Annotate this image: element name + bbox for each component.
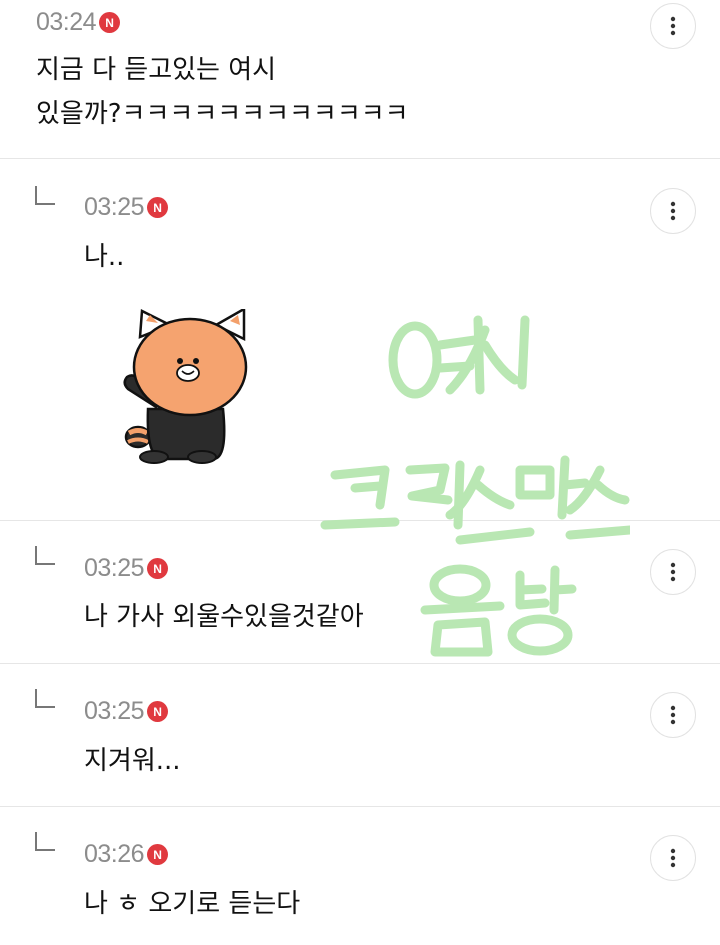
comment-text-line: 나 ㅎ 오기로 듣는다 bbox=[84, 889, 301, 919]
comment-time: 03:25 bbox=[84, 697, 145, 725]
reply-arrow-icon bbox=[35, 832, 55, 851]
new-badge-icon: N bbox=[99, 12, 121, 33]
comment-time: 03:24 bbox=[36, 8, 97, 36]
more-vertical-icon bbox=[670, 562, 676, 582]
reply-item: 03:26 N 나 ㅎ 오기로 듣는다 bbox=[0, 807, 720, 945]
comment-meta: 03:25 N bbox=[84, 193, 169, 222]
comment-meta: 03:24 N bbox=[36, 8, 121, 37]
comment-meta: 03:26 N bbox=[84, 840, 169, 869]
raccoon-cat-waving-sticker bbox=[123, 309, 248, 464]
more-vertical-icon bbox=[670, 848, 676, 868]
comment-text-line: 나.. bbox=[84, 242, 125, 272]
new-badge-icon: N bbox=[147, 558, 169, 579]
reply-arrow-icon bbox=[35, 186, 55, 205]
reply-arrow-icon bbox=[35, 546, 55, 565]
more-options-button[interactable] bbox=[650, 188, 696, 234]
more-vertical-icon bbox=[670, 16, 676, 36]
comment-meta: 03:25 N bbox=[84, 697, 169, 726]
new-badge-icon: N bbox=[147, 844, 169, 865]
comment-text-line: 지겨워... bbox=[84, 746, 181, 776]
more-options-button[interactable] bbox=[650, 692, 696, 738]
reply-item: 03:25 N 지겨워... bbox=[0, 664, 720, 807]
more-vertical-icon bbox=[670, 705, 676, 725]
reply-item: 03:25 N 나.. bbox=[0, 159, 720, 521]
reply-arrow-icon bbox=[35, 689, 55, 708]
new-badge-icon: N bbox=[147, 701, 169, 722]
comment-time: 03:25 bbox=[84, 193, 145, 221]
more-vertical-icon bbox=[670, 201, 676, 221]
new-badge-icon: N bbox=[147, 197, 169, 218]
reply-item: 03:25 N 나 가사 외울수있을것같아 bbox=[0, 521, 720, 664]
comment-text-line: 있을까?ㅋㅋㅋㅋㅋㅋㅋㅋㅋㅋㅋㅋ bbox=[36, 99, 409, 129]
more-options-button[interactable] bbox=[650, 3, 696, 49]
comment-time: 03:25 bbox=[84, 554, 145, 582]
more-options-button[interactable] bbox=[650, 835, 696, 881]
comment-time: 03:26 bbox=[84, 840, 145, 868]
more-options-button[interactable] bbox=[650, 549, 696, 595]
comment-meta: 03:25 N bbox=[84, 554, 169, 583]
comment-text-line: 나 가사 외울수있을것같아 bbox=[84, 602, 364, 632]
comment-text-line: 지금 다 듣고있는 여시 bbox=[36, 55, 277, 85]
comment-item: 03:24 N 지금 다 듣고있는 여시 있을까?ㅋㅋㅋㅋㅋㅋㅋㅋㅋㅋㅋㅋ bbox=[0, 0, 720, 159]
